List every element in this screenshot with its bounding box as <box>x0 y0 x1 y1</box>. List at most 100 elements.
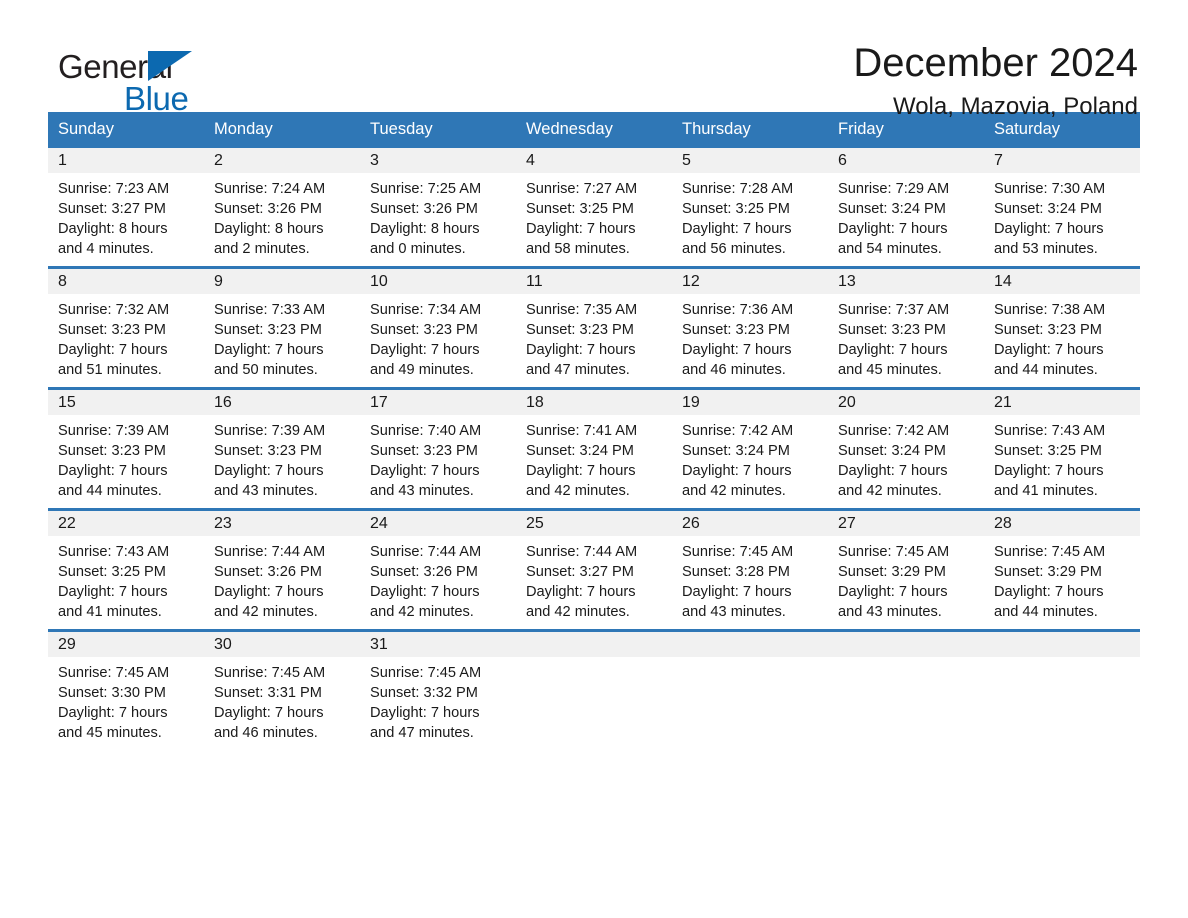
sunrise-text: Sunrise: 7:43 AM <box>994 423 1106 439</box>
day-cell[interactable]: 4 Sunrise: 7:27 AM Sunset: 3:25 PM Daylight… <box>516 148 672 268</box>
day-cell[interactable]: 21 Sunrise: 7:43 AM Sunset: 3:25 PM Dayligh… <box>984 387 1140 510</box>
daylight-text-line1: Daylight: 7 hours <box>370 342 480 358</box>
sunrise-text: Sunrise: 7:29 AM <box>838 181 950 197</box>
sunset-text: Sunset: 3:23 PM <box>682 322 790 338</box>
day-cell[interactable]: 29 Sunrise: 7:45 AM Sunset: 3:30 PM Dayligh… <box>48 629 204 750</box>
daylight-text-line2: and 43 minutes. <box>214 483 318 499</box>
daylight-text-line2: and 45 minutes. <box>838 362 942 378</box>
day-cell[interactable]: 26 Sunrise: 7:45 AM Sunset: 3:28 PM Dayligh… <box>672 508 828 631</box>
day-number: 16 <box>214 394 232 411</box>
sunset-text: Sunset: 3:29 PM <box>994 564 1102 580</box>
day-cell[interactable]: 12 Sunrise: 7:36 AM Sunset: 3:23 PM Dayligh… <box>672 266 828 389</box>
sunrise-text: Sunrise: 7:25 AM <box>370 181 482 197</box>
day-cell[interactable]: 20 Sunrise: 7:42 AM Sunset: 3:24 PM Dayligh… <box>828 387 984 510</box>
day-number: 21 <box>994 394 1012 411</box>
sunset-text: Sunset: 3:26 PM <box>370 201 478 217</box>
day-cell[interactable]: 27 Sunrise: 7:45 AM Sunset: 3:29 PM Dayligh… <box>828 508 984 631</box>
sunset-text: Sunset: 3:27 PM <box>58 201 166 217</box>
daylight-text-line2: and 49 minutes. <box>370 362 474 378</box>
day-cell[interactable]: 10 Sunrise: 7:34 AM Sunset: 3:23 PM Dayligh… <box>360 266 516 389</box>
daylight-text-line2: and 47 minutes. <box>526 362 630 378</box>
day-cell[interactable]: 23 Sunrise: 7:44 AM Sunset: 3:26 PM Dayligh… <box>204 508 360 631</box>
day-cell[interactable]: 8 Sunrise: 7:32 AM Sunset: 3:23 PM Daylight… <box>48 266 204 389</box>
daylight-text-line2: and 44 minutes. <box>58 483 162 499</box>
day-cell[interactable]: 22 Sunrise: 7:43 AM Sunset: 3:25 PM Dayligh… <box>48 508 204 631</box>
sunrise-text: Sunrise: 7:45 AM <box>58 665 170 681</box>
daylight-text-line1: Daylight: 8 hours <box>214 221 324 237</box>
day-cell[interactable]: 28 Sunrise: 7:45 AM Sunset: 3:29 PM Dayligh… <box>984 508 1140 631</box>
week-row: 29 Sunrise: 7:45 AM Sunset: 3:30 PM Dayligh… <box>48 629 1140 750</box>
daylight-text-line1: Daylight: 7 hours <box>682 463 792 479</box>
week-row: 22 Sunrise: 7:43 AM Sunset: 3:25 PM Dayligh… <box>48 508 1140 631</box>
sunset-text: Sunset: 3:32 PM <box>370 685 478 701</box>
day-cell[interactable]: 31 Sunrise: 7:45 AM Sunset: 3:32 PM Dayligh… <box>360 629 516 750</box>
week-row: 1 Sunrise: 7:23 AM Sunset: 3:27 PM Daylight… <box>48 148 1140 268</box>
sunset-text: Sunset: 3:23 PM <box>58 322 166 338</box>
sunrise-text: Sunrise: 7:34 AM <box>370 302 482 318</box>
day-number: 27 <box>838 515 856 532</box>
day-cell[interactable]: 19 Sunrise: 7:42 AM Sunset: 3:24 PM Dayligh… <box>672 387 828 510</box>
sunrise-text: Sunrise: 7:38 AM <box>994 302 1106 318</box>
sunrise-text: Sunrise: 7:39 AM <box>58 423 170 439</box>
daylight-text-line1: Daylight: 7 hours <box>58 705 168 721</box>
sunrise-text: Sunrise: 7:45 AM <box>370 665 482 681</box>
day-cell-empty <box>672 629 828 750</box>
daylight-text-line2: and 47 minutes. <box>370 725 474 741</box>
day-number: 12 <box>682 273 700 290</box>
day-cell[interactable]: 2 Sunrise: 7:24 AM Sunset: 3:26 PM Daylight… <box>204 148 360 268</box>
day-cell[interactable]: 14 Sunrise: 7:38 AM Sunset: 3:23 PM Dayligh… <box>984 266 1140 389</box>
day-cell[interactable]: 9 Sunrise: 7:33 AM Sunset: 3:23 PM Daylight… <box>204 266 360 389</box>
day-cell[interactable]: 3 Sunrise: 7:25 AM Sunset: 3:26 PM Daylight… <box>360 148 516 268</box>
sunrise-text: Sunrise: 7:44 AM <box>526 544 638 560</box>
sunrise-text: Sunrise: 7:30 AM <box>994 181 1106 197</box>
sunset-text: Sunset: 3:23 PM <box>370 443 478 459</box>
calendar-table: Sunday Monday Tuesday Wednesday Thursday… <box>48 112 1140 750</box>
daylight-text-line2: and 42 minutes. <box>682 483 786 499</box>
day-number: 19 <box>682 394 700 411</box>
daylight-text-line1: Daylight: 7 hours <box>838 463 948 479</box>
day-cell[interactable]: 1 Sunrise: 7:23 AM Sunset: 3:27 PM Daylight… <box>48 148 204 268</box>
daylight-text-line2: and 42 minutes. <box>214 604 318 620</box>
daylight-text-line1: Daylight: 8 hours <box>58 221 168 237</box>
page-title: December 2024 <box>853 41 1138 85</box>
daylight-text-line1: Daylight: 7 hours <box>994 584 1104 600</box>
sunrise-text: Sunrise: 7:37 AM <box>838 302 950 318</box>
day-cell[interactable]: 7 Sunrise: 7:30 AM Sunset: 3:24 PM Daylight… <box>984 148 1140 268</box>
daylight-text-line1: Daylight: 7 hours <box>682 342 792 358</box>
week-row: 8 Sunrise: 7:32 AM Sunset: 3:23 PM Daylight… <box>48 266 1140 389</box>
sunrise-text: Sunrise: 7:32 AM <box>58 302 170 318</box>
sunrise-text: Sunrise: 7:35 AM <box>526 302 638 318</box>
day-cell[interactable]: 13 Sunrise: 7:37 AM Sunset: 3:23 PM Dayligh… <box>828 266 984 389</box>
day-cell[interactable]: 16 Sunrise: 7:39 AM Sunset: 3:23 PM Dayligh… <box>204 387 360 510</box>
sunrise-text: Sunrise: 7:42 AM <box>838 423 950 439</box>
day-cell[interactable]: 15 Sunrise: 7:39 AM Sunset: 3:23 PM Dayligh… <box>48 387 204 510</box>
day-cell[interactable]: 24 Sunrise: 7:44 AM Sunset: 3:26 PM Dayligh… <box>360 508 516 631</box>
day-number: 25 <box>526 515 544 532</box>
day-cell[interactable]: 25 Sunrise: 7:44 AM Sunset: 3:27 PM Dayligh… <box>516 508 672 631</box>
sunset-text: Sunset: 3:24 PM <box>682 443 790 459</box>
daylight-text-line2: and 41 minutes. <box>994 483 1098 499</box>
day-cell[interactable]: 6 Sunrise: 7:29 AM Sunset: 3:24 PM Daylight… <box>828 148 984 268</box>
day-number: 14 <box>994 273 1012 290</box>
calendar-body: 1 Sunrise: 7:23 AM Sunset: 3:27 PM Daylight… <box>48 148 1140 750</box>
day-cell[interactable]: 18 Sunrise: 7:41 AM Sunset: 3:24 PM Dayligh… <box>516 387 672 510</box>
brand-logo[interactable]: General Blue <box>48 42 248 118</box>
daylight-text-line1: Daylight: 7 hours <box>526 463 636 479</box>
day-number: 20 <box>838 394 856 411</box>
day-cell[interactable]: 17 Sunrise: 7:40 AM Sunset: 3:23 PM Dayligh… <box>360 387 516 510</box>
daylight-text-line1: Daylight: 7 hours <box>58 342 168 358</box>
day-number: 8 <box>58 273 67 290</box>
daylight-text-line2: and 51 minutes. <box>58 362 162 378</box>
day-number: 29 <box>58 636 76 653</box>
day-number: 7 <box>994 152 1003 169</box>
sunrise-text: Sunrise: 7:36 AM <box>682 302 794 318</box>
week-row: 15 Sunrise: 7:39 AM Sunset: 3:23 PM Dayligh… <box>48 387 1140 510</box>
daylight-text-line1: Daylight: 7 hours <box>682 584 792 600</box>
day-cell[interactable]: 30 Sunrise: 7:45 AM Sunset: 3:31 PM Dayligh… <box>204 629 360 750</box>
day-cell[interactable]: 11 Sunrise: 7:35 AM Sunset: 3:23 PM Dayligh… <box>516 266 672 389</box>
sunset-text: Sunset: 3:24 PM <box>526 443 634 459</box>
day-cell[interactable]: 5 Sunrise: 7:28 AM Sunset: 3:25 PM Daylight… <box>672 148 828 268</box>
day-cell-empty <box>984 629 1140 750</box>
daylight-text-line1: Daylight: 7 hours <box>994 463 1104 479</box>
daylight-text-line1: Daylight: 7 hours <box>214 342 324 358</box>
